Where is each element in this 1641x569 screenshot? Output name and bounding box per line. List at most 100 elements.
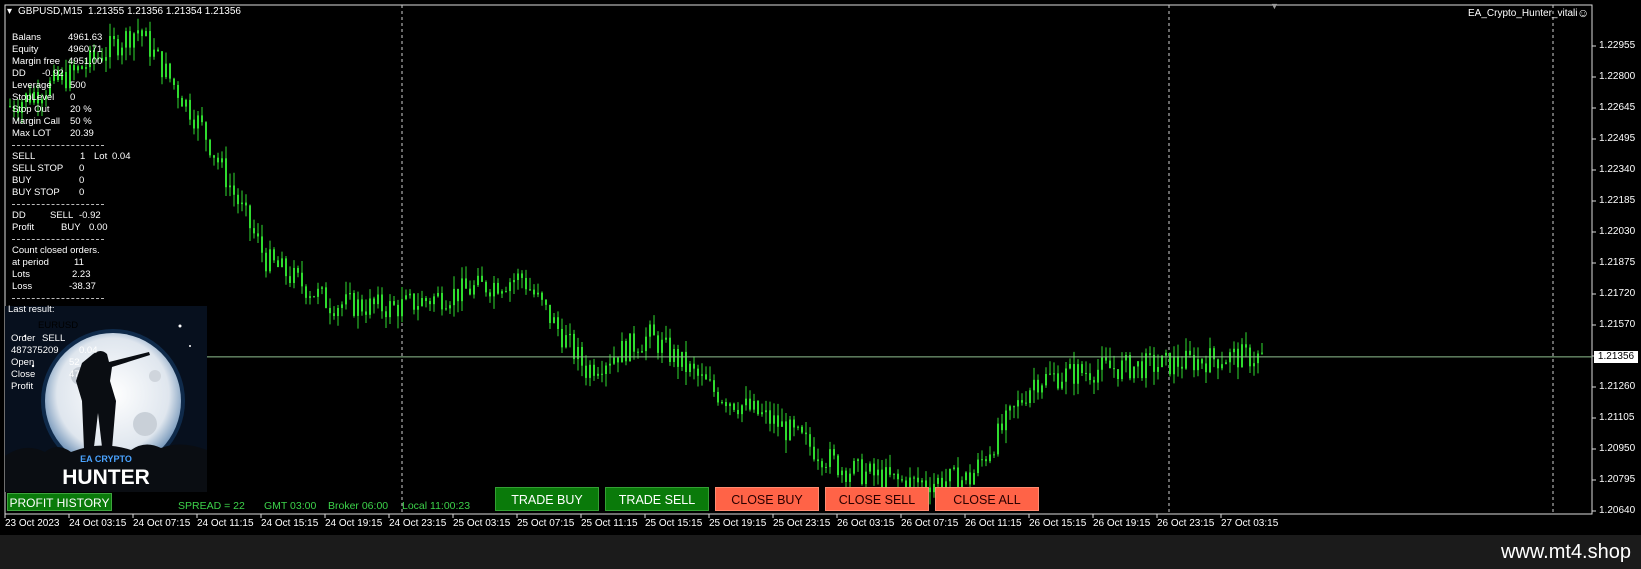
lots-row: Lots 2.23 [12, 269, 91, 280]
candle-body [725, 402, 727, 407]
candle-body [1105, 357, 1107, 361]
candle-body [1017, 400, 1019, 407]
candle-body [593, 364, 595, 376]
candle-body [661, 339, 663, 353]
candle-body [453, 288, 455, 306]
time-tick-label: 25 Oct 11:15 [581, 518, 638, 529]
candle-body [421, 298, 423, 307]
candle-body [285, 258, 287, 277]
account-row-value: 500 [70, 80, 86, 91]
candle-body [409, 293, 411, 296]
candle-body [337, 308, 339, 317]
candle-body [129, 31, 131, 48]
candle-body [261, 236, 263, 253]
candle-body [289, 276, 291, 283]
price-tick-label: 1.20950 [1599, 443, 1636, 454]
candle-body [705, 374, 707, 380]
candle-body [513, 280, 515, 283]
candle-body [657, 335, 659, 353]
last-result-title: Last result: [8, 304, 55, 315]
candle-body [1149, 353, 1151, 355]
candle-body [121, 47, 123, 56]
account-panel: Balans 4961.63 Equity 4960.71 Margin free 495… [12, 32, 131, 304]
candle-body [881, 469, 883, 489]
candle-body [605, 365, 607, 375]
account-row: Stop Out 20 % [12, 104, 104, 116]
candle-body [977, 459, 979, 474]
sell-row: SELL 1 Lot 0.04 [12, 151, 131, 162]
close-sell-button[interactable]: CLOSE SELL [825, 487, 929, 511]
chart-menu-arrow-icon[interactable]: ▾ [7, 6, 12, 18]
candle-body [1101, 357, 1103, 370]
candle-body [317, 288, 319, 297]
candle-body [549, 304, 551, 324]
candle-body [397, 304, 399, 317]
last-open-value: 52 [69, 357, 80, 368]
candle-body [781, 421, 783, 427]
candle-body [1057, 373, 1059, 389]
profit-history-button[interactable]: PROFIT HISTORY [7, 493, 112, 511]
candle-body [113, 36, 115, 40]
candle-body [1089, 373, 1091, 381]
time-tick-label: 24 Oct 15:15 [261, 518, 319, 529]
close-buy-button[interactable]: CLOSE BUY [715, 487, 819, 511]
candle-body [277, 260, 279, 267]
time-tick-label: 24 Oct 11:15 [197, 518, 254, 529]
candle-body [757, 400, 759, 415]
candle-body [281, 258, 283, 267]
candle-body [849, 473, 851, 482]
candle-body [1065, 368, 1067, 382]
candle-body [557, 317, 559, 329]
candle-body [1181, 366, 1183, 369]
candle-body [885, 467, 887, 489]
close-all-button[interactable]: CLOSE ALL [935, 487, 1039, 511]
candle-body [745, 398, 747, 406]
candle-body [273, 249, 275, 261]
candle-body [505, 291, 507, 293]
chart-area[interactable]: ▾ GBPUSD,M15 1.21355 1.21356 1.21354 1.2… [0, 0, 1641, 535]
smiley-icon[interactable]: ☺ [1577, 7, 1589, 19]
candle-body [181, 97, 183, 107]
separator [12, 204, 104, 205]
candle-body [305, 286, 307, 298]
candle-body [937, 477, 939, 484]
candle-body [349, 293, 351, 295]
candle-body [153, 49, 155, 57]
candle-body [165, 63, 167, 78]
candle-body [545, 299, 547, 305]
candle-body [341, 304, 343, 309]
candle-body [1013, 406, 1015, 408]
shift-marker-icon[interactable]: ▼ [1270, 0, 1279, 12]
candle-body [1169, 352, 1171, 375]
candle-body [1093, 380, 1095, 383]
candle-body [105, 57, 107, 61]
candle-body [373, 298, 375, 305]
candle-body [221, 158, 223, 163]
candle-body [973, 473, 975, 485]
candle-body [717, 391, 719, 403]
candle-body [1125, 355, 1127, 361]
logo-line2: HUNTER [62, 466, 150, 489]
candle-body [609, 363, 611, 366]
candle-body [497, 282, 499, 294]
candle-body [1129, 355, 1131, 379]
sell-stop-row: SELL STOP 0 [12, 163, 85, 174]
candle-body [361, 299, 363, 312]
candle-body [969, 472, 971, 485]
trade-sell-button[interactable]: TRADE SELL [605, 487, 709, 511]
candle-body [673, 349, 675, 362]
candle-body [201, 115, 203, 123]
candle-body [161, 51, 163, 78]
candle-body [117, 39, 119, 56]
candle-body [193, 119, 195, 129]
candle-body [229, 185, 231, 188]
candle-body [157, 49, 159, 52]
account-row-value: 4960.71 [68, 44, 103, 55]
account-row: Balans 4961.63 [12, 32, 104, 44]
candle-body [265, 252, 267, 272]
candle-body [185, 99, 187, 107]
buy-row: BUY 0 [12, 175, 85, 186]
time-tick-label: 26 Oct 19:15 [1093, 518, 1151, 529]
trade-buy-button[interactable]: TRADE BUY [495, 487, 599, 511]
candle-body [953, 467, 955, 469]
